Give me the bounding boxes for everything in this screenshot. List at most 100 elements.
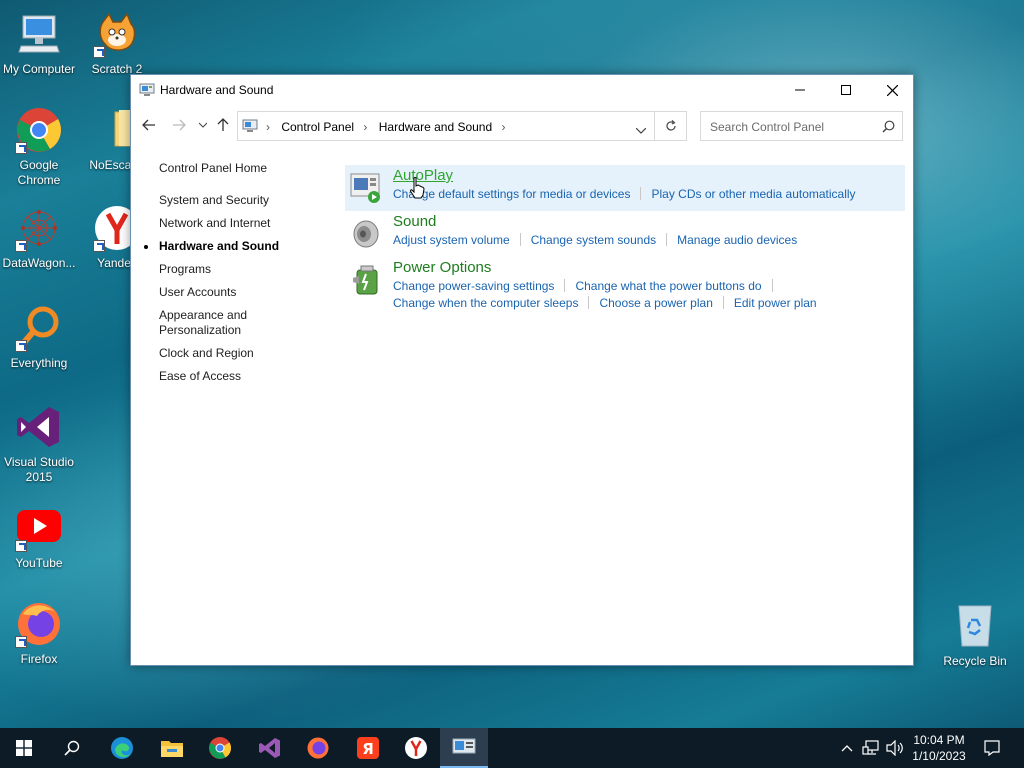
chevron-down-icon xyxy=(199,122,207,128)
address-dropdown-button[interactable] xyxy=(635,123,647,137)
link-separator xyxy=(640,187,642,200)
desktop-icon-label: Everything xyxy=(10,356,68,370)
network-icon xyxy=(862,740,879,755)
visual-studio-icon xyxy=(259,738,280,758)
desktop-icon-label: My Computer xyxy=(2,62,76,76)
nav-item-system-and-security[interactable]: System and Security xyxy=(159,193,319,208)
recent-locations-button[interactable] xyxy=(193,115,213,135)
desktop-icon-label: DataWagon... xyxy=(2,256,76,270)
link-change-power-buttons[interactable]: Change what the power buttons do xyxy=(575,279,761,293)
nav-item-hardware-and-sound[interactable]: Hardware and Sound xyxy=(144,239,319,254)
desktop-icon-everything[interactable]: Everything xyxy=(0,304,78,371)
network-tray-icon[interactable] xyxy=(860,728,882,768)
search-icon xyxy=(64,740,80,756)
action-center-button[interactable] xyxy=(978,728,1006,768)
computer-icon xyxy=(15,10,63,58)
desktop-icon-recycle-bin[interactable]: Recycle Bin xyxy=(936,602,1014,669)
minimize-button[interactable] xyxy=(777,75,823,105)
close-button[interactable] xyxy=(869,75,915,105)
desktop-icon-firefox[interactable]: Firefox xyxy=(0,600,78,667)
nav-item-appearance-and-personalization[interactable]: Appearance and Personalization xyxy=(159,308,259,338)
youtube-icon xyxy=(15,504,63,552)
show-hidden-icons-button[interactable] xyxy=(838,728,856,768)
desktop-icon-youtube[interactable]: YouTube xyxy=(0,504,78,571)
desktop-icon-visual-studio[interactable]: Visual Studio 2015 xyxy=(0,403,78,485)
firefox-icon xyxy=(307,737,329,759)
search-taskbar-button[interactable] xyxy=(48,728,96,768)
svg-text:Я: Я xyxy=(362,740,374,758)
folder-icon xyxy=(161,741,183,757)
refresh-button[interactable] xyxy=(655,111,687,141)
desktop-icon-label: Firefox xyxy=(20,652,58,666)
taskbar-yandex-browser[interactable] xyxy=(392,728,440,768)
desktop-icon-datawagon[interactable]: DataWagon... xyxy=(0,204,78,271)
link-change-default-settings[interactable]: Change default settings for media or dev… xyxy=(393,187,630,201)
title-bar[interactable]: Hardware and Sound xyxy=(131,75,913,105)
link-separator xyxy=(519,233,521,246)
breadcrumb-separator-icon[interactable]: › xyxy=(502,120,506,134)
address-bar[interactable]: › Control Panel › Hardware and Sound › xyxy=(237,111,655,141)
notification-icon xyxy=(984,740,1000,756)
minimize-icon xyxy=(795,89,805,91)
link-separator xyxy=(588,296,590,309)
shortcut-arrow-icon xyxy=(15,240,27,252)
scratch-cat-icon xyxy=(93,10,141,58)
sound-links: Adjust system volume Change system sounds… xyxy=(393,233,797,247)
taskbar-firefox[interactable] xyxy=(294,728,342,768)
volume-tray-icon[interactable] xyxy=(884,728,906,768)
link-edit-power-plan[interactable]: Edit power plan xyxy=(734,296,817,310)
forward-button[interactable] xyxy=(169,115,189,135)
nav-item-programs[interactable]: Programs xyxy=(159,262,319,277)
taskbar-control-panel[interactable] xyxy=(440,728,488,768)
edge-icon xyxy=(111,737,133,759)
desktop-icon-google-chrome[interactable]: Google Chrome xyxy=(0,106,78,188)
search-box[interactable]: Search Control Panel xyxy=(700,111,903,141)
breadcrumb-separator-icon[interactable]: › xyxy=(266,120,270,134)
search-icon[interactable] xyxy=(882,120,895,136)
shortcut-arrow-icon xyxy=(15,636,27,648)
yandex-icon: Я xyxy=(357,737,379,759)
system-clock[interactable]: 10:04 PM 1/10/2023 xyxy=(904,732,974,764)
back-arrow-icon xyxy=(142,119,155,131)
shortcut-arrow-icon xyxy=(15,142,27,154)
desktop-icon-scratch[interactable]: Scratch 2 xyxy=(78,10,156,77)
autoplay-icon xyxy=(349,170,383,204)
everything-search-icon xyxy=(15,304,63,352)
up-button[interactable] xyxy=(213,115,233,135)
taskbar-edge[interactable] xyxy=(98,728,146,768)
taskbar-file-explorer[interactable] xyxy=(148,728,196,768)
link-change-power-saving-settings[interactable]: Change power-saving settings xyxy=(393,279,554,293)
firefox-icon xyxy=(15,600,63,648)
sound-title-link[interactable]: Sound xyxy=(393,213,436,230)
nav-item-user-accounts[interactable]: User Accounts xyxy=(159,285,319,300)
control-panel-icon xyxy=(452,738,476,754)
speaker-icon xyxy=(886,740,903,756)
link-manage-audio-devices[interactable]: Manage audio devices xyxy=(677,233,797,247)
maximize-button[interactable] xyxy=(823,75,869,105)
link-choose-power-plan[interactable]: Choose a power plan xyxy=(599,296,712,310)
power-options-links: Change power-saving settings Change what … xyxy=(393,279,783,293)
nav-item-clock-and-region[interactable]: Clock and Region xyxy=(159,346,319,361)
control-panel-window: Hardware and Sound › Control Panel › Har… xyxy=(130,74,914,666)
back-button[interactable] xyxy=(139,115,159,135)
link-separator xyxy=(771,279,773,292)
taskbar-yandex[interactable]: Я xyxy=(344,728,392,768)
start-button[interactable] xyxy=(0,728,48,768)
link-change-system-sounds[interactable]: Change system sounds xyxy=(531,233,656,247)
nav-item-ease-of-access[interactable]: Ease of Access xyxy=(159,369,319,384)
taskbar-visual-studio[interactable] xyxy=(246,728,294,768)
taskbar-chrome[interactable] xyxy=(196,728,244,768)
control-panel-home-link[interactable]: Control Panel Home xyxy=(159,161,319,175)
desktop-icon-my-computer[interactable]: My Computer xyxy=(0,10,78,77)
search-placeholder: Search Control Panel xyxy=(710,120,825,134)
breadcrumb-separator-icon[interactable]: › xyxy=(363,120,367,134)
link-change-when-computer-sleeps[interactable]: Change when the computer sleeps xyxy=(393,296,578,310)
link-play-cds-automatically[interactable]: Play CDs or other media automatically xyxy=(651,187,855,201)
link-adjust-system-volume[interactable]: Adjust system volume xyxy=(393,233,510,247)
nav-item-network-and-internet[interactable]: Network and Internet xyxy=(159,216,319,231)
breadcrumb-control-panel[interactable]: Control Panel xyxy=(281,120,354,134)
breadcrumb-hardware-and-sound[interactable]: Hardware and Sound xyxy=(379,120,492,134)
chevron-up-icon xyxy=(841,745,853,752)
power-options-icon xyxy=(349,262,383,296)
power-options-title-link[interactable]: Power Options xyxy=(393,259,491,276)
